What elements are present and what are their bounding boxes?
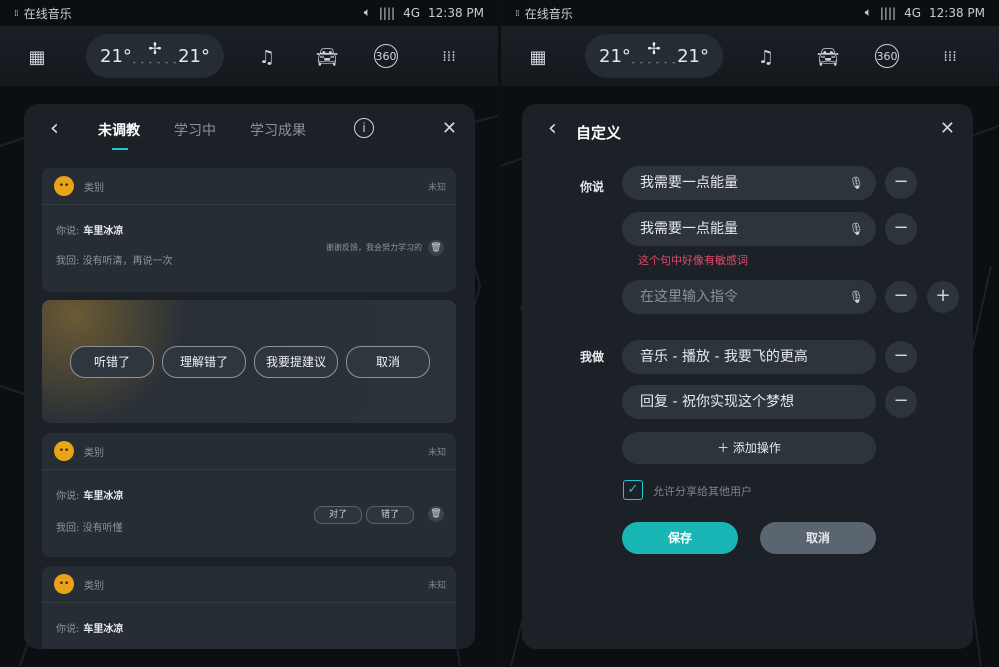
- home-grid-icon[interactable]: ▦: [24, 44, 50, 70]
- home-grid-icon[interactable]: ▦: [525, 44, 551, 70]
- back-icon[interactable]: ‹: [548, 116, 557, 141]
- tab-bar: 未调教 学习中 学习成果: [98, 120, 306, 150]
- remove-button[interactable]: −: [885, 213, 917, 245]
- network-type: 4G: [904, 5, 921, 20]
- climate-control[interactable]: 21° ✢ - - - - - - 21°: [86, 34, 224, 78]
- utterance-card: •• 类别 未知 你说: 车里冰凉: [42, 566, 456, 649]
- right-screen: ⁞⁞ 在线音乐 🔈︎ |||| 4G 12:38 PM ▦ 21° ✢ - - - - -…: [501, 0, 999, 667]
- reply-row: 我回: 没有听清，再说一次: [56, 256, 173, 267]
- car-icon[interactable]: 🚘︎: [314, 44, 340, 70]
- delete-icon[interactable]: 🗑︎: [428, 240, 444, 256]
- reply-row: 我回: 没有听懂: [56, 523, 123, 534]
- share-checkbox[interactable]: ✓: [623, 480, 643, 500]
- mic-icon[interactable]: 🎙︎: [849, 166, 864, 200]
- mic-icon[interactable]: 🎙︎: [849, 212, 864, 246]
- status-bar: ⁞⁞ 在线音乐 🔈︎ |||| 4G 12:38 PM: [0, 0, 498, 26]
- top-bar: ▦ 21° ✢ - - - - - - 21° ♫ 🚘︎ 360 ⁞⁞⁞: [0, 26, 498, 86]
- category-label: 类别: [84, 580, 104, 592]
- app-name: 在线音乐: [23, 7, 72, 21]
- back-icon[interactable]: ‹: [50, 116, 59, 141]
- action-item[interactable]: 回复 - 祝你实现这个梦想: [622, 385, 876, 419]
- apps-icon[interactable]: ⁞⁞⁞: [937, 44, 963, 70]
- status-label: 未知: [427, 580, 446, 591]
- utterance-input[interactable]: 我需要一点能量 🎙︎: [622, 212, 876, 246]
- assistant-avatar: ••: [54, 441, 74, 461]
- misunderstood-button[interactable]: 理解错了: [162, 346, 246, 378]
- you-said-row: 你说: 车里冰凉: [56, 624, 124, 635]
- save-button[interactable]: 保存: [622, 522, 738, 554]
- plus-icon: ＋: [717, 441, 733, 455]
- you-say-label: 你说: [580, 180, 605, 194]
- add-action-button[interactable]: ＋ 添加操作: [622, 432, 876, 464]
- you-said-row: 你说: 车里冰凉: [56, 491, 124, 502]
- signal-icon: ||||: [879, 5, 897, 20]
- camera-360-icon[interactable]: 360: [875, 44, 899, 68]
- category-label: 类别: [84, 447, 104, 459]
- tab-learning[interactable]: 学习中: [174, 120, 216, 140]
- suggest-button[interactable]: 我要提建议: [254, 346, 338, 378]
- car-icon[interactable]: 🚘︎: [815, 44, 841, 70]
- feedback-hint: 谢谢反馈，我会努力学习的: [326, 243, 422, 252]
- utterance-card: •• 类别 未知 你说: 车里冰凉 我回: 没有听清，再说一次 谢谢反馈，我会努力学习…: [42, 168, 456, 292]
- you-said-row: 你说: 车里冰凉: [56, 226, 124, 237]
- fan-icon: ✢ - - - - - -: [631, 39, 677, 69]
- app-name: 在线音乐: [524, 7, 573, 21]
- grid-dots-icon: ⁞⁞: [14, 8, 19, 19]
- delete-icon[interactable]: 🗑︎: [428, 506, 444, 522]
- wrong-button[interactable]: 错了: [366, 506, 414, 524]
- teach-panel: ‹ 未调教 学习中 学习成果 i ✕ •• 类别 未知 你说: 车里冰凉 我回: 没有…: [24, 104, 475, 649]
- misheard-button[interactable]: 听错了: [70, 346, 154, 378]
- command-input[interactable]: 在这里输入指令 🎙︎: [622, 280, 876, 314]
- sensitive-word-warning: 这个句中好像有敏感词: [638, 254, 748, 267]
- remove-button[interactable]: −: [885, 167, 917, 199]
- utterance-card: •• 类别 未知 你说: 车里冰凉 我回: 没有听懂 对了 错了 🗑︎: [42, 433, 456, 557]
- assistant-avatar: ••: [54, 574, 74, 594]
- temp-right: 21°: [178, 45, 210, 67]
- temp-right: 21°: [677, 45, 709, 67]
- climate-control[interactable]: 21° ✢ - - - - - - 21°: [585, 34, 723, 78]
- music-icon[interactable]: ♫: [254, 44, 280, 70]
- feedback-overlay: 听错了 理解错了 我要提建议 取消: [42, 300, 456, 423]
- close-icon[interactable]: ✕: [940, 118, 955, 139]
- clock: 12:38 PM: [929, 5, 985, 20]
- apps-icon[interactable]: ⁞⁞⁞: [436, 44, 462, 70]
- status-bar: ⁞⁞ 在线音乐 🔈︎ |||| 4G 12:38 PM: [501, 0, 999, 26]
- remove-button[interactable]: −: [885, 386, 917, 418]
- mic-icon[interactable]: 🎙︎: [849, 280, 864, 314]
- temp-left: 21°: [599, 45, 631, 67]
- temp-left: 21°: [100, 45, 132, 67]
- status-label: 未知: [427, 447, 446, 458]
- grid-dots-icon: ⁞⁞: [515, 8, 520, 19]
- cancel-button[interactable]: 取消: [760, 522, 876, 554]
- fan-icon: ✢ - - - - - -: [132, 39, 178, 69]
- volume-icon: 🔈︎: [363, 5, 371, 19]
- clock: 12:38 PM: [428, 5, 484, 20]
- cancel-feedback-button[interactable]: 取消: [346, 346, 430, 378]
- top-bar: ▦ 21° ✢ - - - - - - 21° ♫ 🚘︎ 360 ⁞⁞⁞: [501, 26, 999, 86]
- tab-untrained[interactable]: 未调教: [98, 120, 140, 150]
- music-icon[interactable]: ♫: [753, 44, 779, 70]
- close-icon[interactable]: ✕: [442, 118, 457, 139]
- remove-button[interactable]: −: [885, 341, 917, 373]
- signal-icon: ||||: [378, 5, 396, 20]
- status-label: 未知: [427, 182, 446, 193]
- share-label: 允许分享给其他用户: [653, 485, 752, 498]
- left-screen: ⁞⁞ 在线音乐 🔈︎ |||| 4G 12:38 PM ▦ 21° ✢ - - - - -…: [0, 0, 498, 667]
- assistant-avatar: ••: [54, 176, 74, 196]
- action-item[interactable]: 音乐 - 播放 - 我要飞的更高: [622, 340, 876, 374]
- category-label: 类别: [84, 182, 104, 194]
- i-do-label: 我做: [580, 350, 605, 364]
- utterance-input[interactable]: 我需要一点能量 🎙︎: [622, 166, 876, 200]
- camera-360-icon[interactable]: 360: [374, 44, 398, 68]
- network-type: 4G: [403, 5, 420, 20]
- remove-button[interactable]: −: [885, 281, 917, 313]
- correct-button[interactable]: 对了: [314, 506, 362, 524]
- add-button[interactable]: +: [927, 281, 959, 313]
- info-icon[interactable]: i: [354, 118, 374, 138]
- tab-results[interactable]: 学习成果: [250, 120, 306, 140]
- page-title: 自定义: [576, 124, 622, 142]
- volume-icon: 🔈︎: [864, 5, 872, 19]
- customize-panel: ‹ 自定义 ✕ 你说 我需要一点能量 🎙︎ − 我需要一点能量 🎙︎ − 这个句中好…: [522, 104, 973, 649]
